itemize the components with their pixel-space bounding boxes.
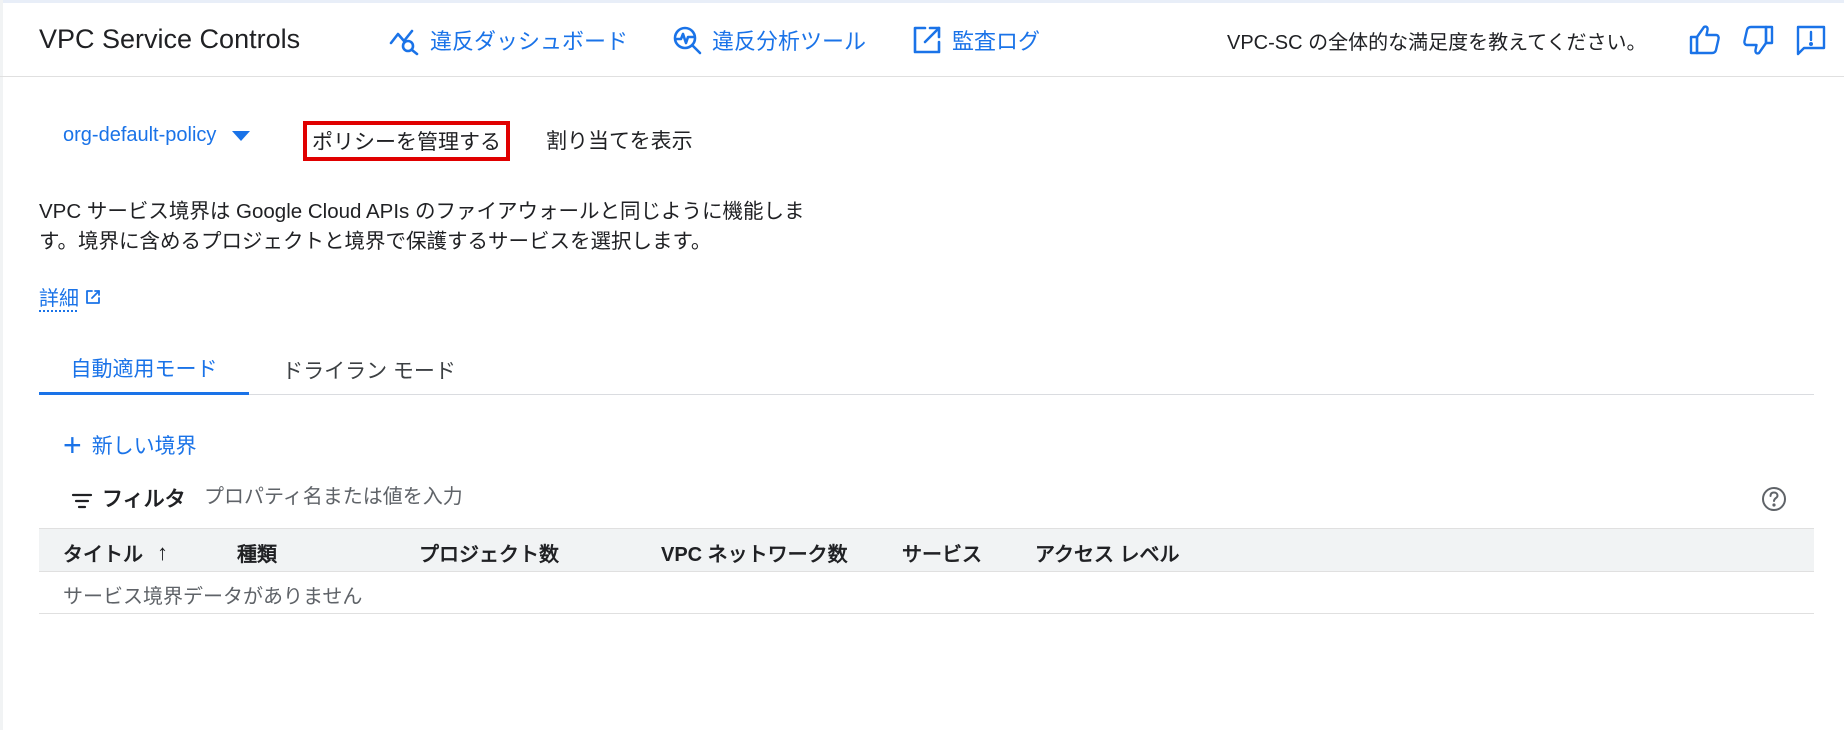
audit-log-link[interactable]: 監査ログ (910, 22, 1040, 58)
view-assignments-button[interactable]: 割り当てを表示 (546, 125, 693, 155)
table-header: タイトル ↑ 種類 プロジェクト数 VPC ネットワーク数 サービス アクセス … (39, 528, 1814, 572)
violation-analyzer-label: 違反分析ツール (712, 29, 867, 54)
column-header-access-levels[interactable]: アクセス レベル (1035, 538, 1180, 567)
column-header-vpc-network-count[interactable]: VPC ネットワーク数 (661, 538, 848, 567)
audit-log-label: 監査ログ (952, 29, 1041, 54)
tab-enforced-mode[interactable]: 自動適用モード (39, 344, 249, 395)
new-perimeter-label: 新しい境界 (91, 435, 197, 458)
dropdown-arrow-icon (232, 130, 251, 141)
violation-analyzer-link[interactable]: 違反分析ツール (670, 22, 866, 58)
mode-tabs: 自動適用モード ドライラン モード (39, 344, 1814, 395)
satisfaction-prompt: VPC-SC の全体的な満足度を教えてください。 (1227, 32, 1647, 54)
learn-more-link[interactable]: 詳細 (39, 282, 102, 311)
table-empty-row: サービス境界データがありません (39, 572, 1814, 614)
plus-icon: + (63, 427, 82, 463)
column-header-project-count[interactable]: プロジェクト数 (419, 538, 559, 567)
violation-dashboard-link[interactable]: 違反ダッシュボード (388, 22, 628, 58)
perimeter-description: VPC サービス境界は Google Cloud APIs のファイアウォールと… (39, 200, 805, 253)
policy-selector[interactable]: org-default-policy (63, 124, 251, 147)
filter-label: フィルタ (102, 488, 186, 511)
thumb-down-button[interactable] (1738, 20, 1778, 60)
filter-icon (71, 493, 93, 509)
column-header-type[interactable]: 種類 (237, 538, 277, 567)
help-icon[interactable] (1761, 486, 1787, 512)
thumb-up-button[interactable] (1685, 20, 1725, 60)
new-perimeter-button[interactable]: + 新しい境界 (63, 427, 197, 463)
column-header-services[interactable]: サービス (902, 538, 982, 567)
app-title: VPC Service Controls (39, 24, 301, 54)
send-feedback-button[interactable] (1791, 20, 1831, 60)
violation-dashboard-label: 違反ダッシュボード (430, 29, 629, 54)
pulse-search-icon (673, 26, 702, 55)
external-link-icon (86, 289, 100, 304)
feedback-icon (1796, 25, 1826, 56)
manage-policies-button[interactable]: ポリシーを管理する (303, 121, 510, 161)
filter-bar: フィルタ (39, 478, 1814, 528)
column-title-label: タイトル (63, 544, 143, 566)
thumb-down-icon (1743, 25, 1774, 55)
column-header-title[interactable]: タイトル ↑ (63, 538, 168, 567)
filter-input[interactable] (204, 482, 804, 512)
learn-more-label: 詳細 (39, 288, 79, 310)
policy-selector-value: org-default-policy (63, 124, 217, 146)
tab-dry-run-mode[interactable]: ドライラン モード (249, 344, 489, 395)
window-left-edge (0, 0, 3, 730)
open-in-new-icon (913, 26, 941, 54)
empty-state-message: サービス境界データがありません (63, 586, 363, 608)
chart-search-icon (389, 29, 419, 56)
thumb-up-icon (1689, 25, 1720, 55)
sort-ascending-icon: ↑ (157, 539, 168, 565)
app-header: VPC Service Controls 違反ダッシュボード 違反分析ツール 監… (0, 0, 1844, 77)
